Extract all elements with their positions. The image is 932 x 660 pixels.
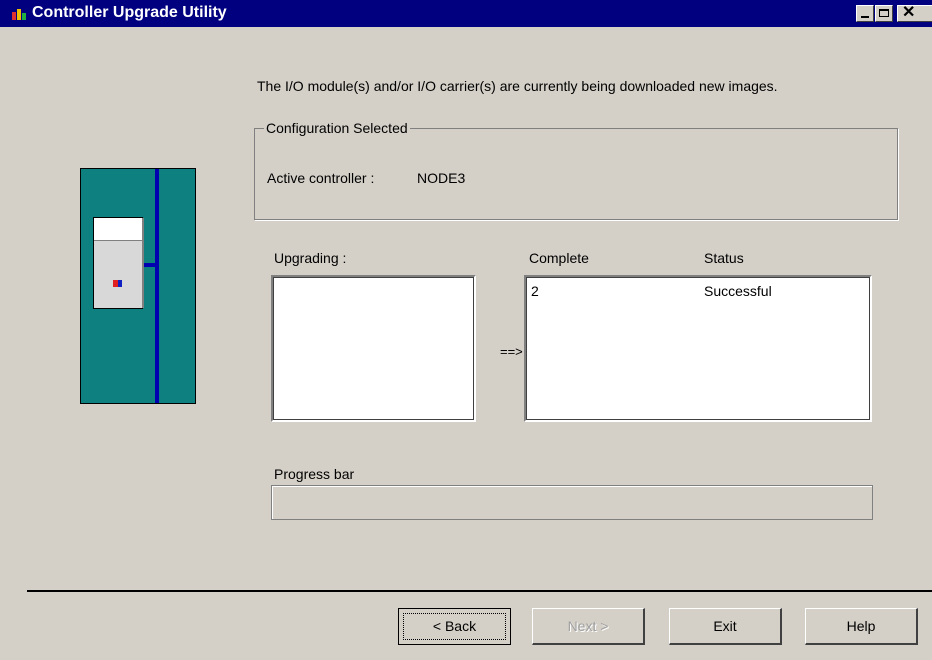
upgrading-list[interactable] <box>271 275 476 422</box>
separator-line <box>27 590 932 592</box>
complete-status-list[interactable]: 2 Successful <box>524 275 872 422</box>
title-bar[interactable]: Controller Upgrade Utility ✕ <box>0 0 932 27</box>
back-button[interactable]: < Back <box>398 608 511 645</box>
close-button[interactable]: ✕ <box>897 4 932 22</box>
transfer-arrow: ==> <box>500 344 523 359</box>
status-header: Status <box>704 250 744 266</box>
exit-button[interactable]: Exit <box>669 608 782 645</box>
next-button[interactable]: Next > <box>532 608 645 645</box>
status-cell: Successful <box>704 283 772 299</box>
active-controller-value: NODE3 <box>417 170 466 186</box>
progress-label: Progress bar <box>274 466 355 482</box>
upgrading-label: Upgrading : <box>274 250 347 266</box>
help-button[interactable]: Help <box>805 608 918 645</box>
maximize-button[interactable] <box>875 5 893 22</box>
illustration-module <box>93 217 144 309</box>
minimize-icon <box>861 16 869 18</box>
window-title: Controller Upgrade Utility <box>32 4 227 21</box>
configuration-legend: Configuration Selected <box>264 120 410 136</box>
status-message: The I/O module(s) and/or I/O carrier(s) … <box>257 78 778 94</box>
app-icon <box>12 8 26 20</box>
complete-header: Complete <box>529 250 589 266</box>
illustration-rail <box>155 169 159 403</box>
active-controller-label: Active controller : <box>267 170 375 186</box>
controller-illustration <box>80 168 196 404</box>
close-icon: ✕ <box>902 4 916 21</box>
maximize-icon <box>879 9 889 17</box>
minimize-button[interactable] <box>856 5 874 22</box>
progress-bar <box>271 485 873 520</box>
complete-cell: 2 <box>531 283 539 299</box>
upgrade-utility-window: Controller Upgrade Utility ✕ The I/O mod… <box>0 0 932 660</box>
illustration-connector <box>142 263 156 267</box>
